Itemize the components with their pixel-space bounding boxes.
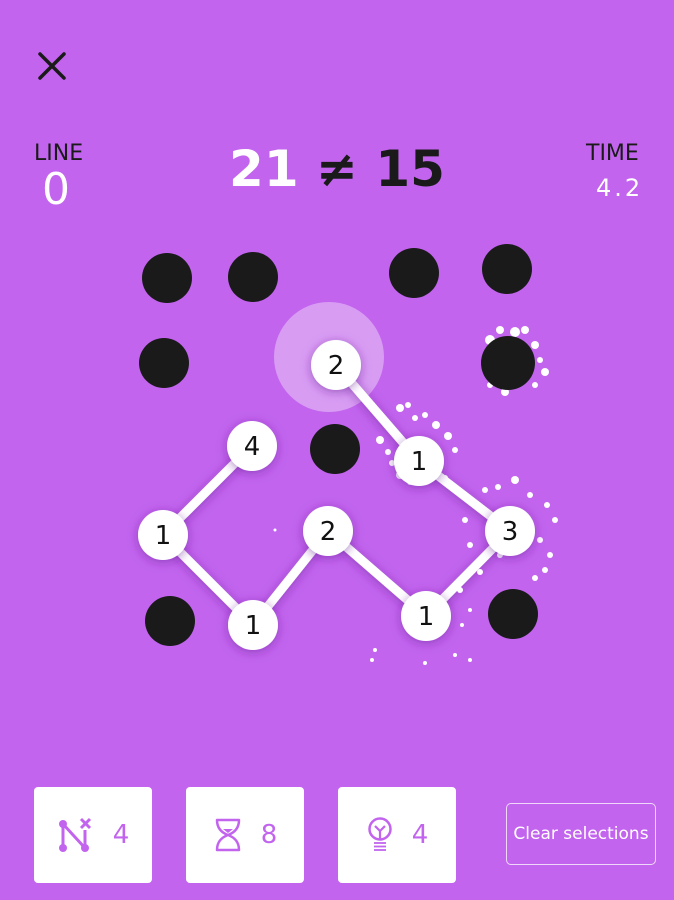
tool-time-button[interactable]: 8 <box>186 787 304 883</box>
sparkle-particle <box>544 502 550 508</box>
sparkle-particle <box>467 542 473 548</box>
node-value: 1 <box>411 447 428 477</box>
node-value: 2 <box>320 517 337 547</box>
path-remove-icon <box>58 817 91 852</box>
node-value: 1 <box>418 602 435 632</box>
number-node[interactable]: 1 <box>394 436 444 486</box>
sparkle-particle <box>521 326 529 334</box>
sparkle-particle <box>422 412 428 418</box>
blocked-dot[interactable] <box>389 248 439 298</box>
sparkle-particle <box>495 484 501 490</box>
sparkle-particle <box>396 404 404 412</box>
sparkle-particle <box>527 492 533 498</box>
sparkle-particle <box>532 382 538 388</box>
number-node[interactable]: 2 <box>303 506 353 556</box>
sparkle-particle <box>531 341 539 349</box>
tool-remove-link-button[interactable]: 4 <box>34 787 152 883</box>
sparkle-particle <box>532 575 538 581</box>
blocked-dot[interactable] <box>139 338 189 388</box>
number-node[interactable]: 3 <box>485 506 535 556</box>
sparkle-particle <box>423 661 427 665</box>
sparkle-particle <box>496 326 504 334</box>
lightbulb-icon <box>367 817 392 851</box>
sparkle-particle <box>442 475 448 481</box>
sparkle-particle <box>511 476 519 484</box>
blocked-dot[interactable] <box>142 253 192 303</box>
remove-link-count: 4 <box>112 820 130 850</box>
sparkle-particle <box>453 653 457 657</box>
sparkle-particle <box>547 552 553 558</box>
sparkle-particle <box>482 487 488 493</box>
sparkle-particle <box>552 517 558 523</box>
sparkle-particle <box>537 537 543 543</box>
sparkle-particle <box>412 415 418 421</box>
node-value: 1 <box>155 521 172 551</box>
number-node[interactable]: 1 <box>401 591 451 641</box>
sparkle-particle <box>537 357 543 363</box>
blocked-dot[interactable] <box>145 596 195 646</box>
node-value: 3 <box>502 517 519 547</box>
sparkle-particle <box>457 587 463 593</box>
sparkle-particle <box>376 436 384 444</box>
number-node-selected[interactable]: 2 <box>311 340 361 390</box>
node-value: 4 <box>244 432 261 462</box>
sparkle-particle <box>510 327 520 337</box>
sparkle-particle <box>468 658 472 662</box>
sparkle-particle <box>373 648 377 652</box>
sparkle-particle <box>468 608 472 612</box>
number-node[interactable]: 1 <box>138 510 188 560</box>
time-count: 8 <box>260 820 278 850</box>
sparkle-particle <box>273 528 277 532</box>
blocked-dot[interactable] <box>481 336 535 390</box>
tool-hint-button[interactable]: 4 <box>338 787 456 883</box>
blocked-dot[interactable] <box>482 244 532 294</box>
sparkle-particle <box>405 402 411 408</box>
sparkle-particle <box>542 567 548 573</box>
blocked-dot[interactable] <box>310 424 360 474</box>
blocked-dot[interactable] <box>488 589 538 639</box>
sparkle-particle <box>452 447 458 453</box>
sparkle-particle <box>370 658 374 662</box>
clear-selections-button[interactable]: Clear selections <box>506 803 656 865</box>
hourglass-icon <box>215 818 240 852</box>
number-node[interactable]: 4 <box>227 421 277 471</box>
sparkle-particle <box>432 421 440 429</box>
node-value: 1 <box>245 611 262 641</box>
sparkle-particle <box>541 368 549 376</box>
sparkle-particle <box>385 449 391 455</box>
blocked-dot[interactable] <box>228 252 278 302</box>
sparkle-particle <box>444 432 452 440</box>
game-board: 2 1 3 1 2 1 1 4 <box>138 244 558 665</box>
sparkle-particle <box>462 517 468 523</box>
node-value: 2 <box>328 351 345 381</box>
sparkle-particle <box>477 569 483 575</box>
hint-count: 4 <box>411 820 429 850</box>
sparkle-particle <box>460 623 464 627</box>
number-node[interactable]: 1 <box>228 600 278 650</box>
